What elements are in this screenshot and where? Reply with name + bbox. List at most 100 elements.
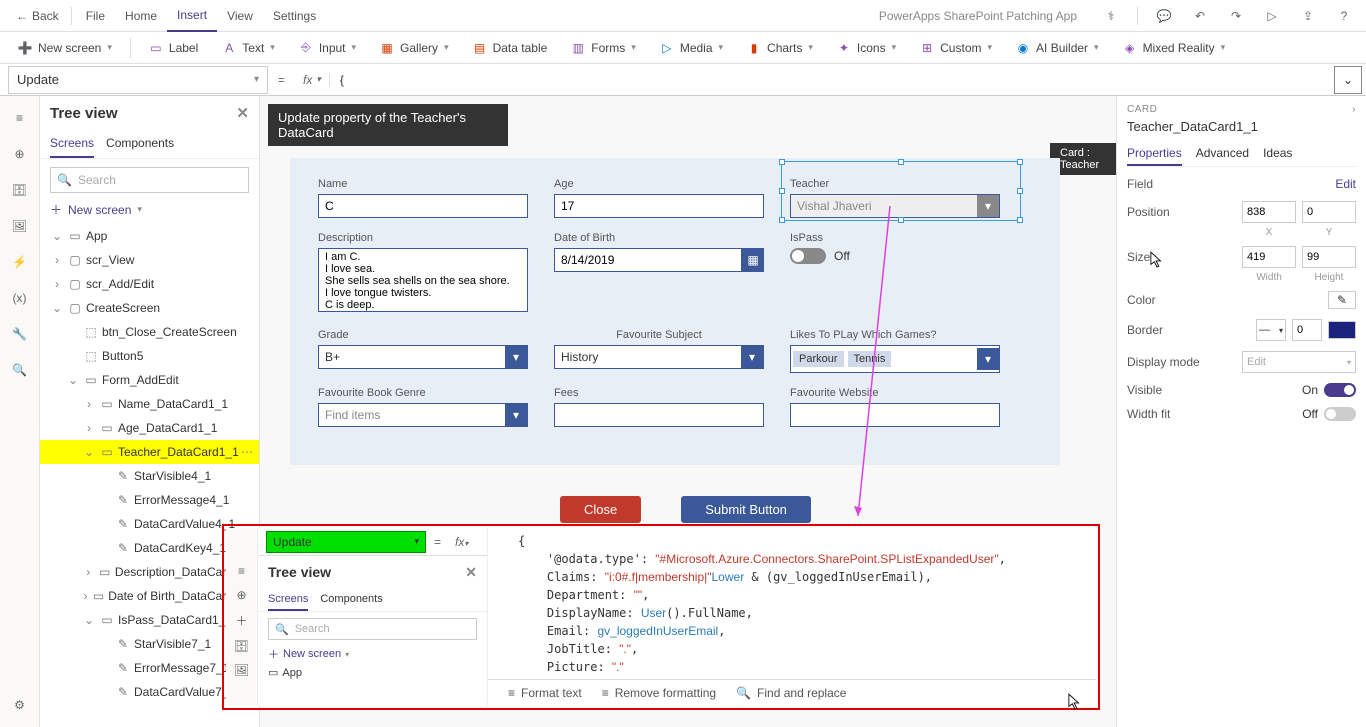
- formula-code-area[interactable]: { '@odata.type': "#Microsoft.Azure.Conne…: [488, 528, 1096, 679]
- power-automate-icon[interactable]: ⚡: [6, 248, 34, 276]
- tree-node[interactable]: ⬚btn_Close_CreateScreen: [40, 320, 259, 344]
- play-icon[interactable]: ▷: [1258, 2, 1286, 30]
- games-select[interactable]: Parkour Tennis ▾: [790, 345, 1000, 373]
- border-width-input[interactable]: [1292, 319, 1322, 341]
- comment-icon[interactable]: 💬: [1150, 2, 1178, 30]
- format-text-button[interactable]: ≡Format text: [508, 686, 582, 700]
- close-icon[interactable]: ✕: [236, 104, 249, 122]
- insert-icon[interactable]: ⊕: [6, 140, 34, 168]
- favsubject-select[interactable]: History▾: [554, 345, 764, 369]
- ribbon-ai[interactable]: ◉AI Builder▾: [1006, 34, 1109, 62]
- tree-view-icon[interactable]: ≡: [238, 564, 245, 578]
- color-swatch[interactable]: ✎: [1328, 291, 1356, 309]
- redo-icon[interactable]: ↷: [1222, 2, 1250, 30]
- visible-toggle[interactable]: [1324, 383, 1356, 397]
- tree-node[interactable]: ⌄▭App: [40, 224, 259, 248]
- name-input[interactable]: [318, 194, 528, 218]
- share-icon[interactable]: ⇪: [1294, 2, 1322, 30]
- position-x-input[interactable]: [1242, 201, 1296, 223]
- tab-properties[interactable]: Properties: [1127, 142, 1182, 166]
- age-input[interactable]: [554, 194, 764, 218]
- ispass-toggle[interactable]: Off: [790, 248, 1000, 264]
- tree-node[interactable]: ✎StarVisible4_1: [40, 464, 259, 488]
- stethoscope-icon[interactable]: ⚕: [1097, 2, 1125, 30]
- tree-view-icon[interactable]: ≡: [6, 104, 34, 132]
- close-button[interactable]: Close: [560, 496, 641, 523]
- overlay-tab-components[interactable]: Components: [320, 589, 382, 611]
- position-y-input[interactable]: [1302, 201, 1356, 223]
- tree-node[interactable]: ›▭Age_DataCard1_1: [40, 416, 259, 440]
- website-input[interactable]: [790, 403, 1000, 427]
- chip-tennis[interactable]: Tennis: [848, 351, 892, 367]
- new-screen-button[interactable]: ＋ New screen ▾: [50, 201, 249, 218]
- back-button[interactable]: ← Back: [8, 9, 67, 23]
- displaymode-select[interactable]: Edit▾: [1242, 351, 1356, 373]
- tree-node[interactable]: ✎ErrorMessage4_1: [40, 488, 259, 512]
- tree-node[interactable]: ›▢scr_Add/Edit: [40, 272, 259, 296]
- ribbon-forms[interactable]: ▥Forms▾: [561, 34, 646, 62]
- search-icon[interactable]: 🔍: [6, 356, 34, 384]
- undo-icon[interactable]: ↶: [1186, 2, 1214, 30]
- tab-advanced[interactable]: Advanced: [1196, 142, 1249, 166]
- insert-icon[interactable]: ⊕: [236, 588, 246, 602]
- chip-parkour[interactable]: Parkour: [793, 351, 844, 367]
- chevron-right-icon[interactable]: ›: [1352, 104, 1356, 115]
- variables-icon[interactable]: (x): [6, 284, 34, 312]
- property-dropdown[interactable]: Update ▾: [8, 66, 268, 94]
- ribbon-mr[interactable]: ◈Mixed Reality▾: [1113, 34, 1236, 62]
- overlay-property-dropdown[interactable]: Update▾: [266, 531, 426, 553]
- edit-field-link[interactable]: Edit: [1335, 177, 1356, 191]
- border-color-swatch[interactable]: [1328, 321, 1356, 339]
- ribbon-input[interactable]: ⎆Input▾: [289, 34, 366, 62]
- border-style-select[interactable]: —▾: [1256, 319, 1286, 341]
- tab-ideas[interactable]: Ideas: [1263, 142, 1292, 166]
- tree-node[interactable]: ⌄▭Form_AddEdit: [40, 368, 259, 392]
- description-input[interactable]: [318, 248, 528, 312]
- tree-node[interactable]: ⌄▢CreateScreen: [40, 296, 259, 320]
- submit-button[interactable]: Submit Button: [681, 496, 811, 523]
- dob-input[interactable]: [554, 248, 742, 272]
- tree-node[interactable]: ›▢scr_View: [40, 248, 259, 272]
- advanced-tools-icon[interactable]: 🔧: [6, 320, 34, 348]
- tree-node[interactable]: ⬚Button5: [40, 344, 259, 368]
- tree-search[interactable]: 🔍 Search: [50, 167, 249, 193]
- media-pane-icon[interactable]: 🖼: [6, 212, 34, 240]
- menu-file[interactable]: File: [76, 9, 115, 23]
- overlay-new-screen[interactable]: ＋ New screen ▾: [258, 646, 487, 662]
- ribbon-text[interactable]: AText▾: [212, 34, 285, 62]
- ribbon-media[interactable]: ▷Media▾: [650, 34, 733, 62]
- overlay-app-node[interactable]: ▭ App: [258, 662, 487, 683]
- ribbon-datatable[interactable]: ▤Data table: [463, 34, 558, 62]
- ribbon-custom[interactable]: ⊞Custom▾: [910, 34, 1002, 62]
- ribbon-icons[interactable]: ✦Icons▾: [827, 34, 906, 62]
- height-input[interactable]: [1302, 246, 1356, 268]
- overlay-search[interactable]: 🔍Search: [268, 618, 477, 640]
- plus-icon[interactable]: ＋: [235, 612, 247, 629]
- overlay-tab-screens[interactable]: Screens: [268, 589, 308, 611]
- data-icon[interactable]: 🗄: [6, 176, 34, 204]
- help-icon[interactable]: ?: [1330, 2, 1358, 30]
- tab-screens[interactable]: Screens: [50, 130, 94, 158]
- tree-node[interactable]: ›▭Name_DataCard1_1: [40, 392, 259, 416]
- ribbon-gallery[interactable]: ▦Gallery▾: [370, 34, 459, 62]
- expand-formula-button[interactable]: ⌄: [1334, 66, 1362, 94]
- widthfit-toggle[interactable]: [1324, 407, 1356, 421]
- menu-insert[interactable]: Insert: [167, 0, 217, 32]
- genre-select[interactable]: Find items▾: [318, 403, 528, 427]
- media-icon[interactable]: 🖼: [234, 663, 249, 677]
- fees-input[interactable]: [554, 403, 764, 427]
- formula-input[interactable]: {: [330, 73, 1334, 87]
- data-icon[interactable]: 🗄: [234, 639, 249, 653]
- ribbon-charts[interactable]: ▮Charts▾: [737, 34, 823, 62]
- menu-settings[interactable]: Settings: [263, 9, 326, 23]
- ribbon-new-screen[interactable]: ➕New screen▾: [8, 34, 122, 62]
- width-input[interactable]: [1242, 246, 1296, 268]
- calendar-icon[interactable]: ▦: [742, 248, 764, 272]
- menu-home[interactable]: Home: [115, 9, 167, 23]
- settings-icon[interactable]: ⚙: [6, 691, 34, 719]
- find-replace-button[interactable]: 🔍Find and replace: [736, 686, 846, 700]
- close-icon[interactable]: ✕: [465, 564, 477, 581]
- tree-node[interactable]: ⌄▭Teacher_DataCard1_1⋯: [40, 440, 259, 464]
- remove-formatting-button[interactable]: ≡Remove formatting: [602, 686, 716, 700]
- grade-select[interactable]: B+▾: [318, 345, 528, 369]
